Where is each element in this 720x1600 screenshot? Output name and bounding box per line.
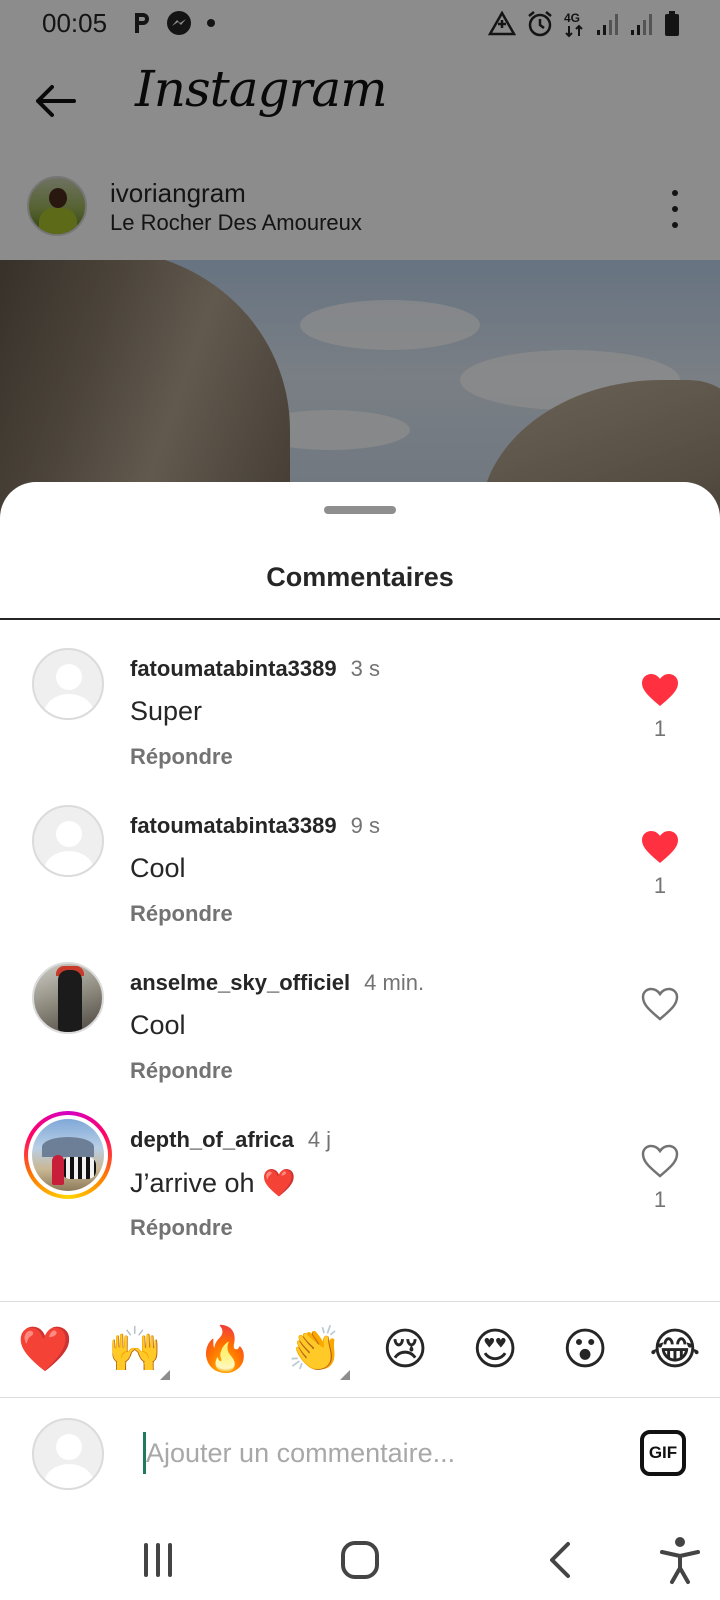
comment-time: 4 min.	[364, 970, 425, 995]
emoji-crying-face[interactable]: 😢	[375, 1320, 435, 1380]
comment-time: 4 j	[307, 1127, 332, 1152]
like-count: 1	[653, 873, 667, 898]
dim-overlay[interactable]	[0, 0, 720, 520]
my-avatar	[32, 1418, 104, 1490]
sheet-title: Commentaires	[266, 562, 454, 592]
reply-button[interactable]: Répondre	[130, 744, 233, 770]
emoji-surprised-face[interactable]: 😮	[555, 1320, 615, 1380]
heart-outline-icon[interactable]	[640, 1143, 680, 1179]
emoji-heart-eyes[interactable]: 😍	[465, 1320, 525, 1380]
home-icon[interactable]	[330, 1530, 390, 1590]
divider	[0, 1301, 720, 1302]
comment-username-text[interactable]: fatoumatabinta3389	[130, 813, 337, 838]
comment-text: Cool	[130, 853, 186, 883]
heart-filled-icon[interactable]	[640, 829, 680, 865]
divider	[0, 618, 720, 620]
comment-username[interactable]: anselme_sky_officiel 4 min.	[130, 970, 424, 996]
heart-filled-icon[interactable]	[640, 672, 680, 708]
comment-item: fatoumatabinta3389 3 s Super Répondre 1	[0, 634, 720, 784]
avatar[interactable]	[32, 648, 104, 720]
like-count: 1	[653, 1187, 667, 1212]
comment-item: fatoumatabinta3389 9 s Cool Répondre 1	[0, 791, 720, 941]
accessibility-icon[interactable]	[650, 1530, 710, 1590]
comment-username[interactable]: depth_of_africa 4 j	[130, 1127, 331, 1153]
comment-username-text[interactable]: fatoumatabinta3389	[130, 656, 337, 681]
emoji-tears-of-joy[interactable]: 😂	[645, 1320, 705, 1380]
comment-item: depth_of_africa 4 j J’arrive oh ❤️ Répond…	[0, 1105, 720, 1255]
comment-time: 9 s	[350, 813, 380, 838]
comment-text: Cool	[130, 1010, 186, 1040]
emoji-raising-hands[interactable]: 🙌	[105, 1320, 165, 1380]
recent-apps-icon[interactable]	[128, 1530, 188, 1590]
comment-username[interactable]: fatoumatabinta3389 3 s	[130, 656, 380, 682]
avatar[interactable]	[32, 805, 104, 877]
emoji-fire[interactable]: 🔥	[195, 1320, 255, 1380]
comment-username-text[interactable]: anselme_sky_officiel	[130, 970, 350, 995]
comment-time: 3 s	[350, 656, 380, 681]
reply-button[interactable]: Répondre	[130, 1215, 233, 1241]
comment-text: J’arrive oh ❤️	[130, 1168, 296, 1198]
reply-button[interactable]: Répondre	[130, 901, 233, 927]
comment-item: anselme_sky_officiel 4 min. Cool Répondre	[0, 948, 720, 1098]
comment-username[interactable]: fatoumatabinta3389 9 s	[130, 813, 380, 839]
avatar	[32, 1119, 104, 1191]
heart-outline-icon[interactable]	[640, 986, 680, 1022]
gif-button[interactable]: GIF	[640, 1430, 686, 1476]
skin-tone-indicator-icon	[160, 1370, 170, 1380]
skin-tone-indicator-icon	[340, 1370, 350, 1380]
post-background: 00:05 4G Instagram ivoriangram Le Rocher…	[0, 0, 720, 520]
emoji-clapping-hands[interactable]: 👏	[285, 1320, 345, 1380]
system-nav-bar	[0, 1510, 720, 1600]
emoji-bar: ❤️ 🙌 🔥 👏 😢 😍 😮 😂	[0, 1320, 720, 1380]
drag-handle[interactable]	[324, 506, 396, 514]
comment-username-text[interactable]: depth_of_africa	[130, 1127, 294, 1152]
comment-text: Super	[130, 696, 203, 726]
reply-button[interactable]: Répondre	[130, 1058, 233, 1084]
comment-composer: GIF	[0, 1398, 720, 1508]
avatar-story-ring[interactable]	[24, 1111, 112, 1199]
like-count: 1	[653, 716, 667, 741]
emoji-heart[interactable]: ❤️	[15, 1320, 75, 1380]
comment-input[interactable]	[146, 1428, 606, 1478]
back-icon[interactable]	[532, 1530, 592, 1590]
avatar[interactable]	[32, 962, 104, 1034]
